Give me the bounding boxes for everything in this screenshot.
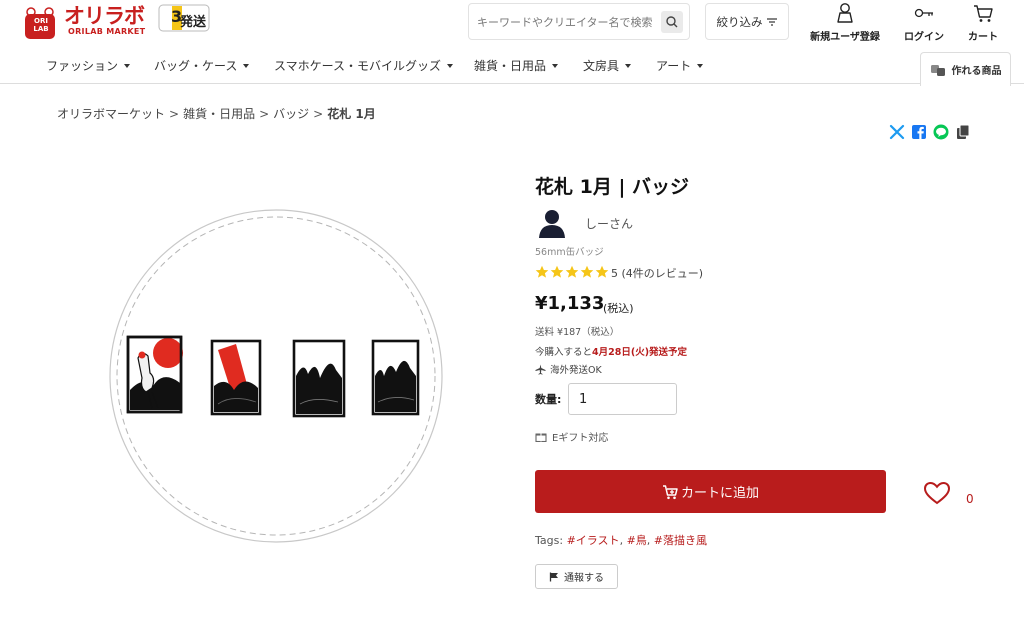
rating-stars[interactable]	[535, 265, 609, 279]
star-icon	[580, 265, 594, 278]
search-input[interactable]	[477, 13, 659, 31]
site-header: ORI LAB オリラボ ORILAB MARKET 3 発送 絞り込み 新規ユ…	[0, 0, 1024, 46]
facebook-share-icon[interactable]	[911, 124, 927, 140]
star-icon	[550, 265, 564, 278]
product-image[interactable]	[108, 208, 444, 544]
hanafuda-pine-card-2	[371, 339, 420, 416]
cart-label: カート	[968, 32, 998, 43]
ship-badge-text: 発送	[180, 15, 207, 30]
tag-link[interactable]: #鳥	[627, 534, 647, 547]
product-spec: 56mm缶バッジ	[535, 247, 604, 258]
report-button[interactable]: 通報する	[535, 564, 618, 589]
breadcrumb-separator: >	[313, 107, 324, 121]
caret-down-icon	[625, 63, 632, 68]
user-icon	[837, 3, 853, 23]
cart-icon	[974, 5, 993, 22]
star-icon	[565, 265, 579, 278]
line-share-icon[interactable]	[933, 124, 949, 140]
shipping-fee: 送料 ¥187（税込）	[535, 327, 620, 338]
product-price: ¥1,133	[535, 293, 605, 314]
heart-icon[interactable]	[923, 481, 951, 505]
logo-text: オリラボ	[64, 4, 145, 28]
logo-subtitle: ORILAB MARKET	[68, 27, 146, 36]
x-share-icon[interactable]	[889, 124, 905, 140]
nav-label: ファッション	[46, 59, 119, 73]
filter-button[interactable]: 絞り込み	[705, 3, 789, 40]
caret-down-icon	[243, 63, 250, 68]
cart-plus-icon	[662, 484, 678, 499]
search-box	[468, 3, 690, 40]
makeable-label: 作れる商品	[951, 66, 1002, 77]
hanafuda-ribbon-card	[210, 339, 262, 416]
products-icon	[930, 64, 945, 76]
breadcrumb-current: 花札 1月	[327, 107, 376, 121]
add-to-cart-button[interactable]: カートに追加	[535, 470, 886, 513]
nav-label: 文房具	[583, 59, 620, 73]
overseas-label: 海外発送OK	[550, 365, 602, 376]
hanafuda-crane-card	[126, 335, 183, 414]
breadcrumb: オリラボマーケット > 雑貨・日用品 > バッジ > 花札 1月	[57, 105, 376, 122]
egift-support: Eギフト対応	[535, 429, 608, 444]
caret-down-icon	[552, 63, 559, 68]
rating-text[interactable]: 5 (4件のレビュー)	[611, 265, 703, 281]
login-link[interactable]: ログイン	[902, 2, 946, 43]
nav-item-fashion[interactable]: ファッション	[46, 57, 131, 74]
filter-icon	[766, 17, 777, 26]
nav-item-goods[interactable]: 雑貨・日用品	[474, 57, 559, 74]
overseas-shipping: 海外発送OK	[535, 362, 602, 376]
add-to-cart-label: カートに追加	[680, 485, 759, 500]
breadcrumb-item[interactable]: バッジ	[273, 107, 309, 121]
delivery-estimate: 今購入すると4月28日(火)発送予定	[535, 344, 687, 358]
breadcrumb-separator: >	[169, 107, 180, 121]
gift-icon	[535, 433, 547, 442]
nav-label: スマホケース・モバイルグッズ	[274, 59, 442, 73]
register-label: 新規ユーザ登録	[810, 32, 880, 43]
copy-link-icon[interactable]	[955, 124, 971, 140]
star-icon	[595, 265, 609, 278]
report-label: 通報する	[564, 573, 604, 584]
breadcrumb-item[interactable]: 雑貨・日用品	[183, 107, 255, 121]
star-icon	[535, 265, 549, 278]
nav-label: アート	[656, 59, 692, 73]
quantity-input[interactable]	[568, 383, 677, 415]
tag-link[interactable]: #イラスト	[567, 534, 620, 547]
breadcrumb-item[interactable]: オリラボマーケット	[57, 107, 165, 121]
nav-item-phone-cases[interactable]: スマホケース・モバイルグッズ	[274, 57, 454, 74]
tags: Tags: #イラスト, #鳥, #落描き風	[535, 534, 707, 547]
site-logo[interactable]: ORI LAB オリラボ ORILAB MARKET	[22, 0, 162, 44]
nav-item-bags[interactable]: バッグ・ケース	[154, 57, 250, 74]
nav-item-stationery[interactable]: 文房具	[583, 57, 632, 74]
register-link[interactable]: 新規ユーザ登録	[808, 2, 882, 43]
nav-label: 雑貨・日用品	[474, 59, 547, 73]
filter-label: 絞り込み	[716, 14, 763, 29]
breadcrumb-separator: >	[259, 107, 270, 121]
key-icon	[914, 8, 933, 18]
caret-down-icon	[124, 63, 131, 68]
caret-down-icon	[447, 63, 454, 68]
nav-label: バッグ・ケース	[154, 59, 238, 73]
hanafuda-pine-card-1	[292, 339, 346, 418]
egift-label: Eギフト対応	[552, 433, 609, 444]
makeable-products-tab[interactable]: 作れる商品	[920, 52, 1011, 86]
cart-link[interactable]: カート	[964, 2, 1002, 43]
delivery-date: 4月28日(火)発送予定	[592, 347, 688, 358]
tags-label: Tags:	[535, 534, 564, 547]
airplane-icon	[535, 364, 546, 375]
flag-icon	[549, 572, 558, 581]
search-button[interactable]	[661, 11, 683, 33]
caret-down-icon	[697, 63, 704, 68]
nav-item-art[interactable]: アート	[656, 57, 704, 74]
delivery-prefix: 今購入すると	[535, 347, 593, 358]
login-label: ログイン	[904, 32, 944, 43]
price-tax-note: (税込)	[603, 302, 634, 315]
tag-link[interactable]: #落描き風	[654, 534, 707, 547]
product-title: 花札 1月 | バッジ	[535, 176, 690, 198]
search-icon	[666, 16, 678, 28]
creator-name[interactable]: しーさん	[585, 215, 633, 232]
creator-avatar[interactable]	[536, 206, 568, 238]
quantity-label: 数量:	[535, 393, 562, 406]
favorite-count: 0	[966, 492, 974, 506]
logo-badge-text: ORI LAB	[33, 17, 49, 33]
category-nav: ファッション バッグ・ケース スマホケース・モバイルグッズ 雑貨・日用品 文房具…	[0, 48, 1024, 84]
